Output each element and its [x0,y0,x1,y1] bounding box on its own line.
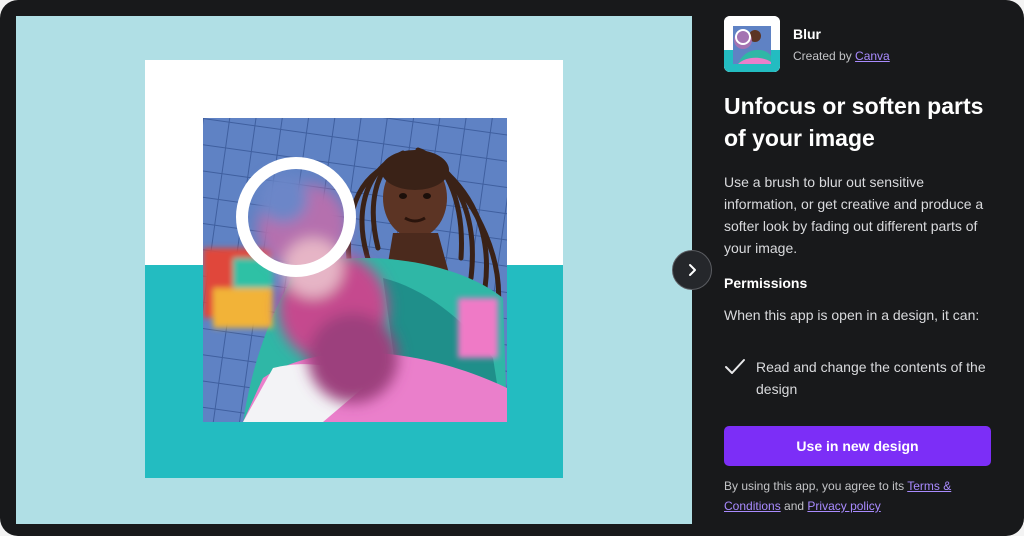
app-description: Use a brush to blur out sensitive inform… [724,174,984,256]
legal-middle: and [780,499,808,513]
app-name: Blur [793,26,821,42]
permissions-title: Permissions [724,275,808,291]
permissions-intro: When this app is open in a design, it ca… [724,307,980,323]
app-header: Blur Created by Canva [724,16,992,74]
preview-photo [203,118,507,422]
legal-prefix: By using this app, you agree to its [724,479,908,493]
creator-prefix: Created by [793,49,856,63]
preview-card [145,60,563,478]
check-icon [725,359,745,374]
legal-notice: By using this app, you agree to its Term… [724,476,992,516]
use-in-new-design-button[interactable]: Use in new design [724,426,991,466]
preview-photo-illustration [203,118,507,422]
privacy-policy-link[interactable]: Privacy policy [807,499,880,513]
app-details-modal: Blur Created by Canva Unfocus or soften … [0,0,1024,536]
app-creator: Created by Canva [793,49,890,63]
chevron-right-icon [689,264,696,276]
creator-link[interactable]: Canva [855,49,890,63]
permission-item-text: Read and change the contents of the desi… [756,359,986,397]
app-preview-panel [16,16,692,524]
app-headline: Unfocus or soften parts of your image [724,93,984,151]
blur-app-thumbnail-icon [724,16,780,72]
next-preview-button[interactable] [672,250,712,290]
app-info-panel: Blur Created by Canva Unfocus or soften … [724,16,992,513]
